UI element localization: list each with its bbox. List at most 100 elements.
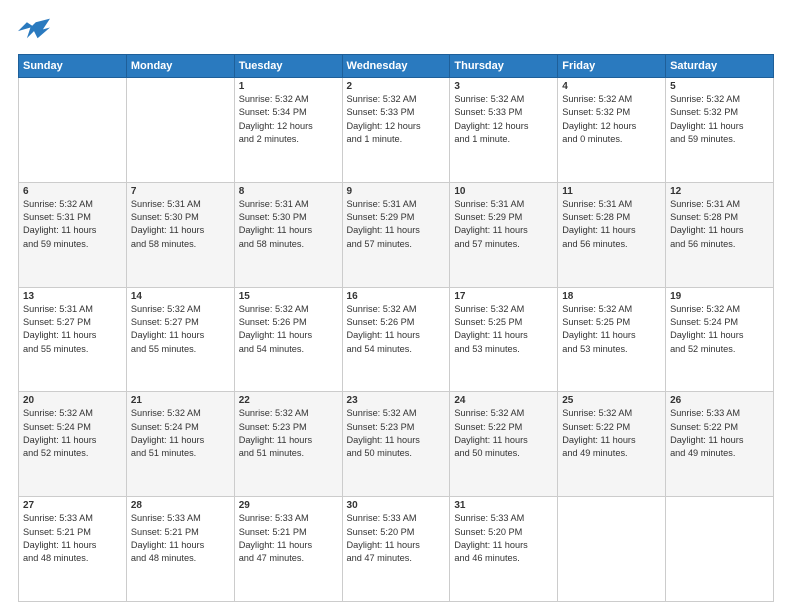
calendar-cell: 8Sunrise: 5:31 AM Sunset: 5:30 PM Daylig… xyxy=(234,182,342,287)
day-info: Sunrise: 5:32 AM Sunset: 5:25 PM Dayligh… xyxy=(562,303,661,356)
calendar-header-wednesday: Wednesday xyxy=(342,55,450,78)
day-number: 10 xyxy=(454,186,553,197)
day-info: Sunrise: 5:31 AM Sunset: 5:28 PM Dayligh… xyxy=(670,198,769,251)
calendar-cell xyxy=(19,78,127,183)
calendar: SundayMondayTuesdayWednesdayThursdayFrid… xyxy=(18,54,774,602)
day-info: Sunrise: 5:31 AM Sunset: 5:30 PM Dayligh… xyxy=(239,198,338,251)
calendar-cell: 26Sunrise: 5:33 AM Sunset: 5:22 PM Dayli… xyxy=(666,392,774,497)
day-info: Sunrise: 5:32 AM Sunset: 5:33 PM Dayligh… xyxy=(454,93,553,146)
calendar-week-3: 13Sunrise: 5:31 AM Sunset: 5:27 PM Dayli… xyxy=(19,287,774,392)
day-number: 9 xyxy=(347,186,446,197)
day-info: Sunrise: 5:32 AM Sunset: 5:33 PM Dayligh… xyxy=(347,93,446,146)
calendar-header-tuesday: Tuesday xyxy=(234,55,342,78)
calendar-week-4: 20Sunrise: 5:32 AM Sunset: 5:24 PM Dayli… xyxy=(19,392,774,497)
day-info: Sunrise: 5:32 AM Sunset: 5:23 PM Dayligh… xyxy=(239,407,338,460)
day-number: 26 xyxy=(670,395,769,406)
day-number: 22 xyxy=(239,395,338,406)
calendar-cell xyxy=(126,78,234,183)
header xyxy=(18,18,774,46)
logo xyxy=(18,18,54,46)
calendar-cell: 2Sunrise: 5:32 AM Sunset: 5:33 PM Daylig… xyxy=(342,78,450,183)
day-info: Sunrise: 5:32 AM Sunset: 5:26 PM Dayligh… xyxy=(239,303,338,356)
day-info: Sunrise: 5:32 AM Sunset: 5:27 PM Dayligh… xyxy=(131,303,230,356)
calendar-cell: 18Sunrise: 5:32 AM Sunset: 5:25 PM Dayli… xyxy=(558,287,666,392)
calendar-header-row: SundayMondayTuesdayWednesdayThursdayFrid… xyxy=(19,55,774,78)
day-number: 14 xyxy=(131,291,230,302)
calendar-cell: 12Sunrise: 5:31 AM Sunset: 5:28 PM Dayli… xyxy=(666,182,774,287)
calendar-cell: 16Sunrise: 5:32 AM Sunset: 5:26 PM Dayli… xyxy=(342,287,450,392)
day-number: 23 xyxy=(347,395,446,406)
day-info: Sunrise: 5:31 AM Sunset: 5:27 PM Dayligh… xyxy=(23,303,122,356)
day-info: Sunrise: 5:32 AM Sunset: 5:31 PM Dayligh… xyxy=(23,198,122,251)
calendar-cell: 28Sunrise: 5:33 AM Sunset: 5:21 PM Dayli… xyxy=(126,497,234,602)
day-info: Sunrise: 5:32 AM Sunset: 5:24 PM Dayligh… xyxy=(131,407,230,460)
calendar-cell: 29Sunrise: 5:33 AM Sunset: 5:21 PM Dayli… xyxy=(234,497,342,602)
calendar-cell: 1Sunrise: 5:32 AM Sunset: 5:34 PM Daylig… xyxy=(234,78,342,183)
calendar-cell: 21Sunrise: 5:32 AM Sunset: 5:24 PM Dayli… xyxy=(126,392,234,497)
calendar-cell: 6Sunrise: 5:32 AM Sunset: 5:31 PM Daylig… xyxy=(19,182,127,287)
day-number: 6 xyxy=(23,186,122,197)
day-number: 13 xyxy=(23,291,122,302)
day-info: Sunrise: 5:32 AM Sunset: 5:26 PM Dayligh… xyxy=(347,303,446,356)
calendar-cell: 25Sunrise: 5:32 AM Sunset: 5:22 PM Dayli… xyxy=(558,392,666,497)
day-info: Sunrise: 5:33 AM Sunset: 5:21 PM Dayligh… xyxy=(239,512,338,565)
calendar-header-thursday: Thursday xyxy=(450,55,558,78)
calendar-cell xyxy=(558,497,666,602)
calendar-header-friday: Friday xyxy=(558,55,666,78)
calendar-cell: 7Sunrise: 5:31 AM Sunset: 5:30 PM Daylig… xyxy=(126,182,234,287)
day-number: 30 xyxy=(347,500,446,511)
calendar-header-sunday: Sunday xyxy=(19,55,127,78)
day-number: 20 xyxy=(23,395,122,406)
day-number: 16 xyxy=(347,291,446,302)
day-info: Sunrise: 5:32 AM Sunset: 5:24 PM Dayligh… xyxy=(23,407,122,460)
day-info: Sunrise: 5:32 AM Sunset: 5:32 PM Dayligh… xyxy=(670,93,769,146)
day-info: Sunrise: 5:31 AM Sunset: 5:29 PM Dayligh… xyxy=(454,198,553,251)
day-number: 15 xyxy=(239,291,338,302)
calendar-week-2: 6Sunrise: 5:32 AM Sunset: 5:31 PM Daylig… xyxy=(19,182,774,287)
day-number: 31 xyxy=(454,500,553,511)
day-number: 5 xyxy=(670,81,769,92)
calendar-cell: 15Sunrise: 5:32 AM Sunset: 5:26 PM Dayli… xyxy=(234,287,342,392)
day-info: Sunrise: 5:33 AM Sunset: 5:20 PM Dayligh… xyxy=(347,512,446,565)
day-number: 2 xyxy=(347,81,446,92)
day-number: 25 xyxy=(562,395,661,406)
day-info: Sunrise: 5:33 AM Sunset: 5:21 PM Dayligh… xyxy=(23,512,122,565)
calendar-cell: 31Sunrise: 5:33 AM Sunset: 5:20 PM Dayli… xyxy=(450,497,558,602)
calendar-cell: 20Sunrise: 5:32 AM Sunset: 5:24 PM Dayli… xyxy=(19,392,127,497)
day-number: 1 xyxy=(239,81,338,92)
day-number: 3 xyxy=(454,81,553,92)
day-number: 12 xyxy=(670,186,769,197)
calendar-cell xyxy=(666,497,774,602)
day-info: Sunrise: 5:33 AM Sunset: 5:22 PM Dayligh… xyxy=(670,407,769,460)
calendar-cell: 13Sunrise: 5:31 AM Sunset: 5:27 PM Dayli… xyxy=(19,287,127,392)
day-info: Sunrise: 5:32 AM Sunset: 5:34 PM Dayligh… xyxy=(239,93,338,146)
day-number: 18 xyxy=(562,291,661,302)
calendar-cell: 5Sunrise: 5:32 AM Sunset: 5:32 PM Daylig… xyxy=(666,78,774,183)
day-info: Sunrise: 5:32 AM Sunset: 5:24 PM Dayligh… xyxy=(670,303,769,356)
calendar-week-5: 27Sunrise: 5:33 AM Sunset: 5:21 PM Dayli… xyxy=(19,497,774,602)
day-info: Sunrise: 5:32 AM Sunset: 5:23 PM Dayligh… xyxy=(347,407,446,460)
calendar-cell: 11Sunrise: 5:31 AM Sunset: 5:28 PM Dayli… xyxy=(558,182,666,287)
calendar-week-1: 1Sunrise: 5:32 AM Sunset: 5:34 PM Daylig… xyxy=(19,78,774,183)
day-info: Sunrise: 5:32 AM Sunset: 5:22 PM Dayligh… xyxy=(454,407,553,460)
day-info: Sunrise: 5:31 AM Sunset: 5:28 PM Dayligh… xyxy=(562,198,661,251)
calendar-header-saturday: Saturday xyxy=(666,55,774,78)
day-number: 11 xyxy=(562,186,661,197)
day-number: 29 xyxy=(239,500,338,511)
logo-icon xyxy=(18,18,50,46)
day-number: 17 xyxy=(454,291,553,302)
day-number: 28 xyxy=(131,500,230,511)
day-number: 24 xyxy=(454,395,553,406)
day-info: Sunrise: 5:32 AM Sunset: 5:25 PM Dayligh… xyxy=(454,303,553,356)
calendar-cell: 10Sunrise: 5:31 AM Sunset: 5:29 PM Dayli… xyxy=(450,182,558,287)
calendar-cell: 24Sunrise: 5:32 AM Sunset: 5:22 PM Dayli… xyxy=(450,392,558,497)
calendar-cell: 27Sunrise: 5:33 AM Sunset: 5:21 PM Dayli… xyxy=(19,497,127,602)
calendar-cell: 17Sunrise: 5:32 AM Sunset: 5:25 PM Dayli… xyxy=(450,287,558,392)
calendar-cell: 19Sunrise: 5:32 AM Sunset: 5:24 PM Dayli… xyxy=(666,287,774,392)
day-number: 27 xyxy=(23,500,122,511)
day-info: Sunrise: 5:31 AM Sunset: 5:29 PM Dayligh… xyxy=(347,198,446,251)
day-number: 7 xyxy=(131,186,230,197)
calendar-header-monday: Monday xyxy=(126,55,234,78)
calendar-cell: 23Sunrise: 5:32 AM Sunset: 5:23 PM Dayli… xyxy=(342,392,450,497)
day-number: 19 xyxy=(670,291,769,302)
